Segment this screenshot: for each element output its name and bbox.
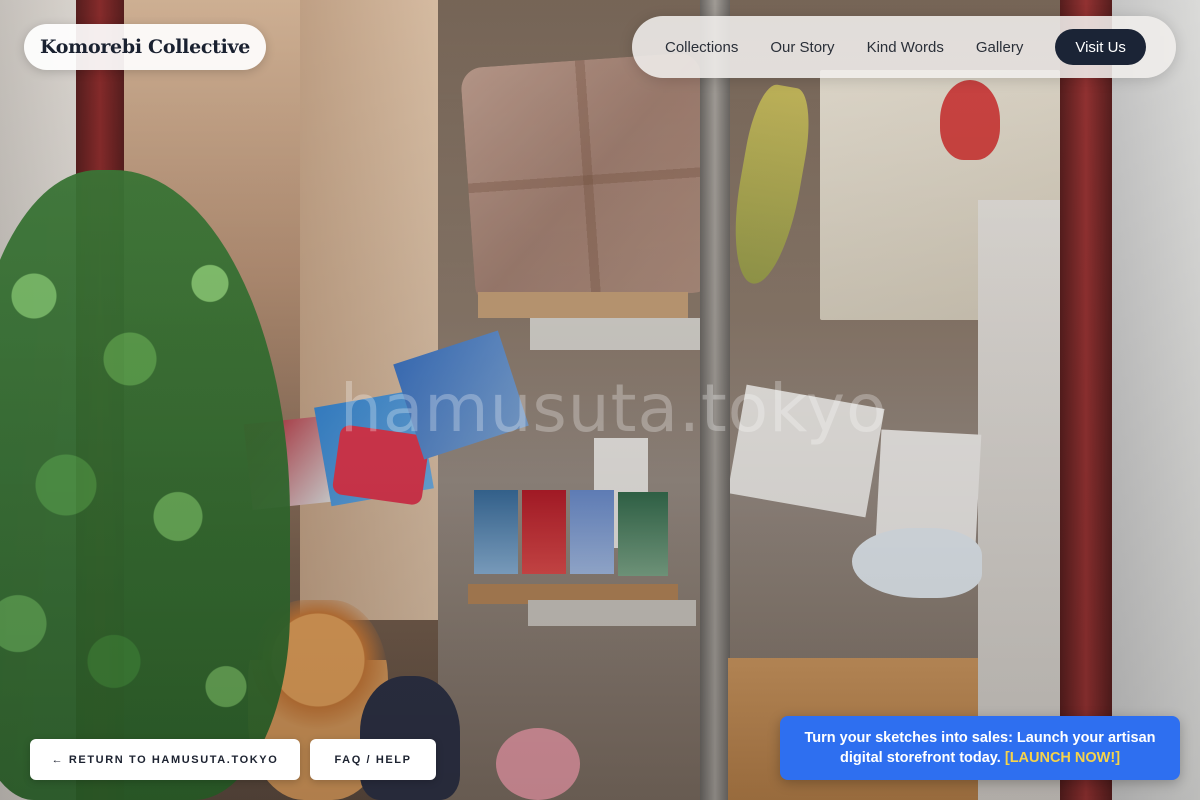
- brand-logo[interactable]: Komorebi Collective: [24, 24, 267, 70]
- storefront-background-image: hamusuta.tokyo: [0, 0, 1200, 800]
- faq-help-button[interactable]: FAQ / HELP: [310, 739, 436, 780]
- promo-text: Turn your sketches into sales: Launch yo…: [804, 730, 1156, 766]
- promo-banner[interactable]: Turn your sketches into sales: Launch yo…: [780, 716, 1180, 780]
- nav-link-collections[interactable]: Collections: [665, 39, 738, 56]
- return-button[interactable]: ← RETURN TO HAMUSUTA.TOKYO: [30, 739, 300, 780]
- watermark-text: hamusuta.tokyo: [340, 370, 888, 447]
- visit-us-button[interactable]: Visit Us: [1055, 29, 1146, 65]
- nav-link-gallery[interactable]: Gallery: [976, 39, 1024, 56]
- launch-now-link[interactable]: [LAUNCH NOW!]: [1005, 750, 1120, 766]
- nav-link-kind-words[interactable]: Kind Words: [867, 39, 944, 56]
- main-nav: Collections Our Story Kind Words Gallery…: [632, 16, 1176, 78]
- nav-link-our-story[interactable]: Our Story: [770, 39, 834, 56]
